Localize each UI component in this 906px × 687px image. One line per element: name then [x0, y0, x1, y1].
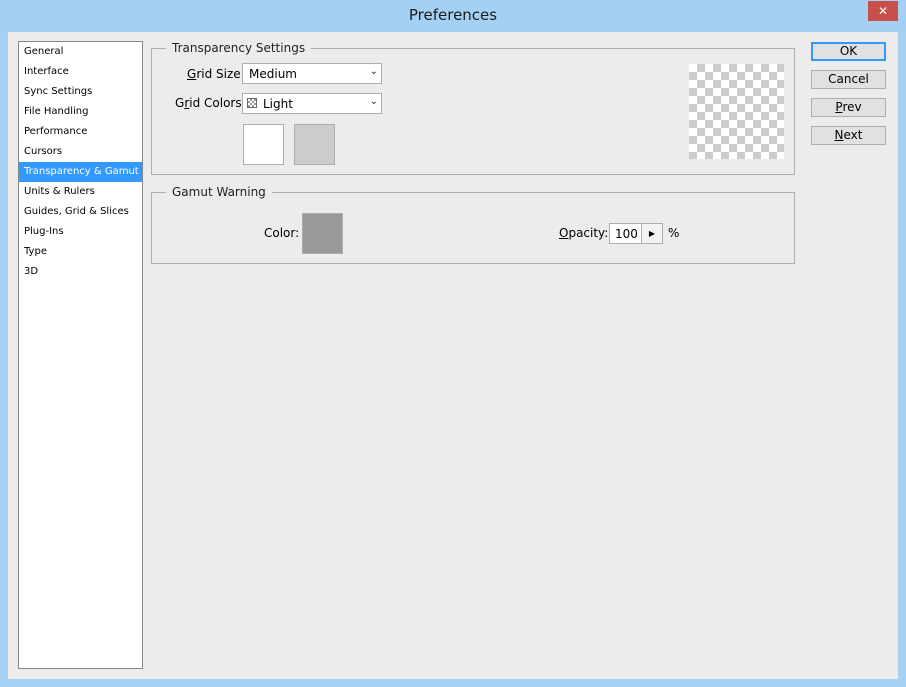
grid-colors-label: Grid Colors:	[175, 96, 246, 110]
preferences-category-list[interactable]: General Interface Sync Settings File Han…	[18, 41, 143, 669]
sidebar-item-type[interactable]: Type	[19, 242, 142, 262]
sidebar-item-plug-ins[interactable]: Plug-Ins	[19, 222, 142, 242]
opacity-label: Opacity:	[559, 226, 609, 240]
sidebar-item-file-handling[interactable]: File Handling	[19, 102, 142, 122]
grid-size-label: Grid Size:	[187, 67, 245, 81]
gamut-warning-legend: Gamut Warning	[166, 185, 272, 199]
sidebar-item-general[interactable]: General	[19, 42, 142, 62]
opacity-input[interactable]: 100 ▶	[609, 223, 663, 244]
close-icon[interactable]: ✕	[868, 1, 898, 21]
sidebar-item-guides-grid-slices[interactable]: Guides, Grid & Slices	[19, 202, 142, 222]
sidebar-item-cursors[interactable]: Cursors	[19, 142, 142, 162]
chevron-down-icon: ⌄	[369, 66, 378, 77]
sidebar-item-performance[interactable]: Performance	[19, 122, 142, 142]
grid-colors-select[interactable]: Light ⌄	[242, 93, 382, 114]
sidebar-item-interface[interactable]: Interface	[19, 62, 142, 82]
cancel-button[interactable]: Cancel	[811, 70, 886, 89]
transparency-settings-group: Transparency Settings Grid Size: Medium …	[151, 41, 795, 175]
preferences-window: Preferences ✕ General Interface Sync Set…	[0, 0, 906, 687]
opacity-value: 100	[615, 227, 638, 241]
grid-color-swatch-light[interactable]	[243, 124, 284, 165]
sidebar-item-sync-settings[interactable]: Sync Settings	[19, 82, 142, 102]
next-button[interactable]: Next	[811, 126, 886, 145]
sidebar-item-3d[interactable]: 3D	[19, 262, 142, 282]
gamut-color-swatch[interactable]	[302, 213, 343, 254]
gamut-warning-group: Gamut Warning Color: Opacity: 100 ▶ %	[151, 185, 795, 264]
sidebar-item-units-rulers[interactable]: Units & Rulers	[19, 182, 142, 202]
dialog-client: General Interface Sync Settings File Han…	[8, 32, 898, 679]
grid-size-select[interactable]: Medium ⌄	[242, 63, 382, 84]
opacity-unit: %	[668, 226, 680, 240]
window-title: Preferences	[408, 6, 498, 24]
checker-swatch-icon	[247, 98, 257, 108]
grid-size-value: Medium	[249, 67, 297, 81]
gamut-color-label: Color:	[264, 226, 300, 240]
grid-color-swatch-dark[interactable]	[294, 124, 335, 165]
title-bar[interactable]: Preferences ✕	[0, 0, 906, 32]
transparency-settings-legend: Transparency Settings	[166, 41, 312, 55]
sidebar-item-transparency-gamut[interactable]: Transparency & Gamut	[19, 162, 142, 182]
ok-button[interactable]: OK	[811, 42, 886, 61]
triangle-right-icon[interactable]: ▶	[641, 224, 662, 243]
prev-button[interactable]: Prev	[811, 98, 886, 117]
chevron-down-icon: ⌄	[369, 96, 378, 107]
grid-colors-value: Light	[263, 97, 293, 111]
transparency-preview	[689, 64, 784, 159]
